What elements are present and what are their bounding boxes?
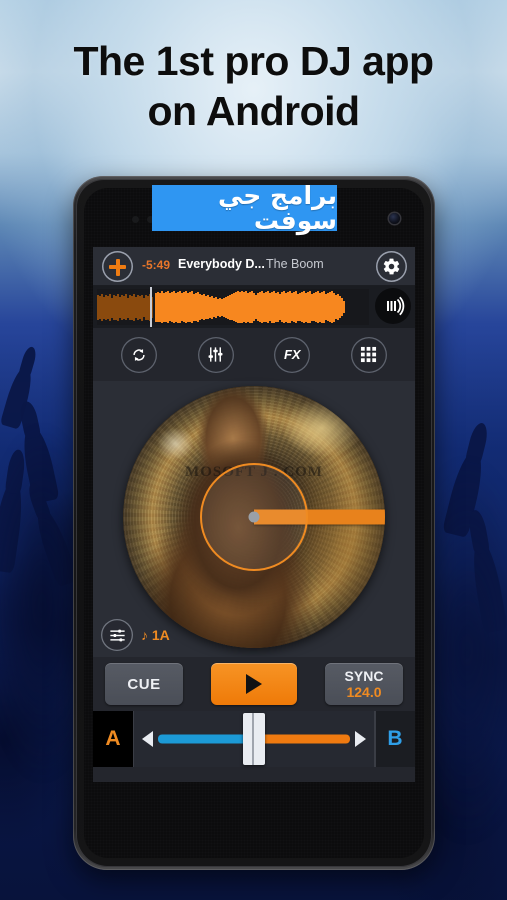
grid-3x3-icon: [361, 346, 377, 363]
vinyl-mode-icon: [387, 296, 405, 316]
sync-bpm-value: 124.0: [346, 683, 382, 700]
eq-button[interactable]: [198, 337, 234, 373]
gear-icon: [383, 258, 400, 275]
add-track-button[interactable]: [102, 251, 133, 282]
waveform-playhead: [150, 287, 152, 327]
arabic-watermark-banner: برامج جي سوفت: [152, 181, 337, 235]
musical-key-label: ♪ 1A: [141, 627, 170, 643]
pitch-button[interactable]: [101, 619, 133, 651]
pitch-slider-icon: [109, 629, 125, 641]
arabic-watermark-text: برامج جي سوفت: [217, 181, 337, 235]
loop-button[interactable]: [121, 337, 157, 373]
sync-label: SYNC: [344, 667, 384, 684]
sampler-button[interactable]: [351, 337, 387, 373]
play-button[interactable]: [211, 663, 297, 705]
headline-line-1: The 1st pro DJ app: [73, 38, 434, 84]
crossfader-track[interactable]: [133, 711, 375, 767]
eq-sliders-icon: [208, 347, 223, 362]
deck-b-label[interactable]: B: [375, 711, 415, 767]
cue-button[interactable]: CUE: [105, 663, 183, 705]
front-camera-icon: [389, 213, 400, 224]
crossfader-bar-a: [158, 734, 254, 744]
track-title-label: Everybody D...: [178, 257, 265, 271]
track-info-bar: -5:49 Everybody D... The Boom: [93, 247, 415, 286]
deck-a-label[interactable]: A: [93, 711, 133, 767]
waveform-canvas[interactable]: [97, 289, 369, 325]
crossfader-bar-b: [254, 734, 350, 744]
play-triangle-icon: [246, 674, 262, 694]
sync-button[interactable]: SYNC 124.0: [325, 663, 403, 705]
promo-headline: The 1st pro DJ app on Android: [0, 36, 507, 136]
track-artist-label: The Boom: [266, 257, 324, 271]
screenshot-stage: The 1st pro DJ app on Android برامج جي س…: [0, 0, 507, 900]
proximity-sensor: [132, 216, 139, 223]
settings-button[interactable]: [376, 251, 407, 282]
app-screen: -5:49 Everybody D... The Boom FX MOSOFT …: [93, 247, 415, 782]
jog-wheel-spindle: [248, 511, 260, 523]
vinyl-mode-button[interactable]: [375, 288, 411, 324]
remaining-time-label: -5:49: [142, 258, 171, 272]
function-button-row: FX: [93, 328, 415, 381]
arrow-right-icon[interactable]: [355, 731, 366, 747]
key-control-row: ♪ 1A: [101, 619, 170, 651]
crossfader-handle[interactable]: [243, 713, 265, 765]
waveform-graphic: [97, 289, 369, 325]
deck-area: MOSOFT J . COM ♪ 1A: [93, 381, 415, 657]
arrow-left-icon[interactable]: [142, 731, 153, 747]
headline-line-2: on Android: [147, 88, 360, 134]
fx-button[interactable]: FX: [274, 337, 310, 373]
loop-arrows-icon: [133, 348, 145, 361]
waveform-bar[interactable]: [93, 286, 415, 328]
crossfader-row: A B: [93, 711, 415, 767]
jog-wheel[interactable]: MOSOFT J . COM: [123, 386, 385, 648]
transport-row: CUE SYNC 124.0: [93, 657, 415, 711]
